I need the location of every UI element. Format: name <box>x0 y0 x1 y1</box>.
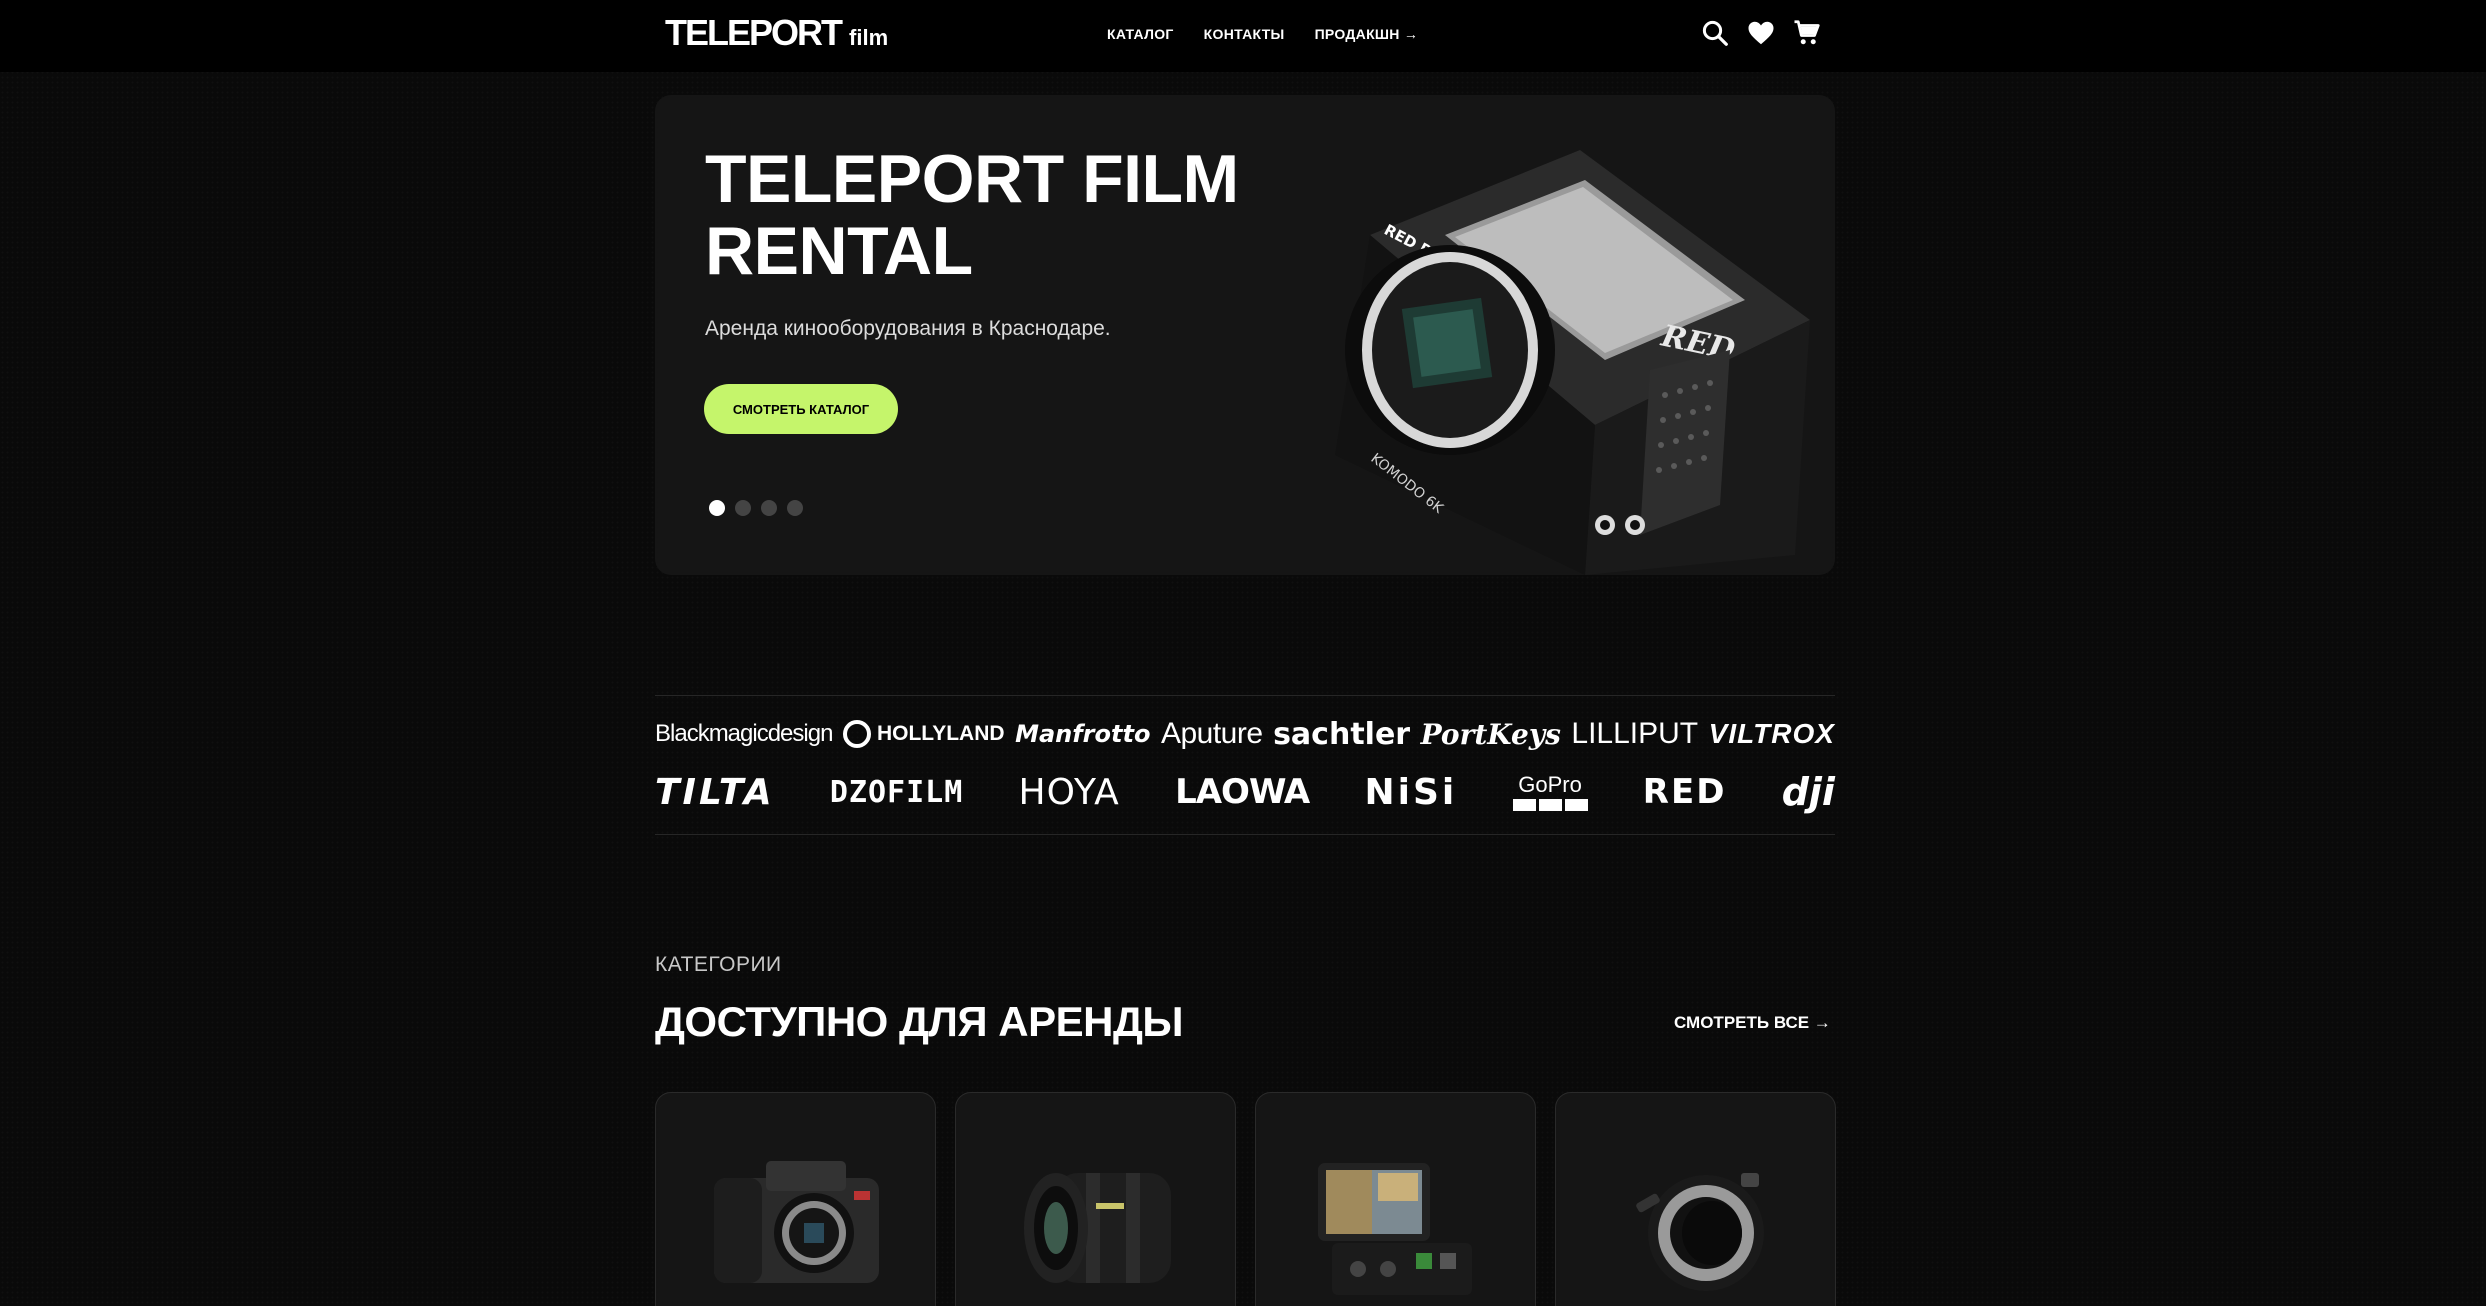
hero-banner: TELEPORT FILM RENTAL Аренда кинооборудов… <box>655 95 1835 575</box>
header-actions <box>1700 18 1822 48</box>
brand-row-2: TILTA DZOFILM HOYA LAOWA NiSi GoPro RED … <box>655 768 1835 816</box>
brand-aputure[interactable]: Aputure <box>1161 717 1263 751</box>
slider-dot-4[interactable] <box>787 500 803 516</box>
brand-portkeys[interactable]: PortKeys <box>1421 718 1561 751</box>
section-title: ДОСТУПНО ДЛЯ АРЕНДЫ <box>655 998 1184 1045</box>
category-card-monitors[interactable] <box>1255 1092 1536 1306</box>
category-card-cameras[interactable] <box>655 1092 936 1306</box>
monitor-recorder-product-image <box>1318 1163 1472 1295</box>
main-nav: КАТАЛОГ КОНТАКТЫ ПРОДАКШН → <box>1107 26 1418 42</box>
logo-subtext: film <box>849 25 889 50</box>
brand-hollyland[interactable]: HOLLYLAND <box>842 720 1005 748</box>
red-komodo-camera-image: RED DIGITAL CINEMA RED KOMODO 6K <box>1335 150 1810 575</box>
gopro-bars-icon <box>1512 798 1588 811</box>
category-cards <box>655 1092 1836 1306</box>
brand-gopro-label: GoPro <box>1518 771 1582 797</box>
cart-icon[interactable] <box>1792 18 1822 48</box>
brand-nisi[interactable]: NiSi <box>1365 772 1458 813</box>
nav-production[interactable]: ПРОДАКШН → <box>1315 26 1419 42</box>
brand-lilliput[interactable]: LILLIPUT <box>1571 717 1698 751</box>
brand-blackmagic[interactable]: Blackmagicdesign <box>655 720 833 748</box>
hero-title: TELEPORT FILM RENTAL <box>705 141 1239 289</box>
brand-tilta[interactable]: TILTA <box>655 772 775 813</box>
hollyland-logo-icon <box>842 720 871 748</box>
site-header: TELEPORT film КАТАЛОГ КОНТАКТЫ ПРОДАКШН … <box>0 0 2486 72</box>
slider-dot-1[interactable] <box>709 500 725 516</box>
brand-dji[interactable]: dji <box>1782 770 1835 814</box>
site-logo[interactable]: TELEPORT film <box>665 12 888 54</box>
brand-red[interactable]: RED <box>1643 772 1727 812</box>
brand-row-1: Blackmagicdesign HOLLYLAND Manfrotto Apu… <box>655 714 1835 754</box>
category-card-accessories[interactable] <box>1555 1092 1836 1306</box>
nav-contacts[interactable]: КОНТАКТЫ <box>1204 26 1285 42</box>
section-label: КАТЕГОРИИ <box>655 953 782 976</box>
category-card-lenses[interactable] <box>955 1092 1236 1306</box>
brand-hoya[interactable]: HOYA <box>1019 772 1120 813</box>
brand-logos: Blackmagicdesign HOLLYLAND Manfrotto Apu… <box>655 695 1835 835</box>
slider-pagination <box>709 500 803 516</box>
see-all-link[interactable]: СМОТРЕТЬ ВСЕ → <box>1674 1013 1831 1033</box>
lens-adapter-product-image <box>1636 1173 1764 1291</box>
brand-gopro[interactable]: GoPro <box>1512 771 1588 811</box>
view-catalog-button[interactable]: СМОТРЕТЬ КАТАЛОГ <box>704 384 898 434</box>
search-icon[interactable] <box>1700 18 1730 48</box>
heart-icon[interactable] <box>1746 18 1776 48</box>
brand-viltrox[interactable]: VILTROX <box>1709 718 1835 750</box>
slider-dot-3[interactable] <box>761 500 777 516</box>
brand-dzofilm[interactable]: DZOFILM <box>830 775 963 810</box>
logo-text: TELEPORT <box>665 12 843 53</box>
cine-lens-product-image <box>1024 1173 1171 1283</box>
hero-subtitle: Аренда кинооборудования в Краснодаре. <box>705 317 1111 340</box>
brand-manfrotto[interactable]: Manfrotto <box>1015 720 1150 748</box>
camera-product-image <box>714 1161 879 1283</box>
brand-hollyland-label: HOLLYLAND <box>876 722 1005 745</box>
brand-laowa[interactable]: LAOWA <box>1175 772 1310 812</box>
nav-catalog[interactable]: КАТАЛОГ <box>1107 26 1174 42</box>
brand-sachtler[interactable]: sachtler <box>1273 717 1410 752</box>
slider-dot-2[interactable] <box>735 500 751 516</box>
